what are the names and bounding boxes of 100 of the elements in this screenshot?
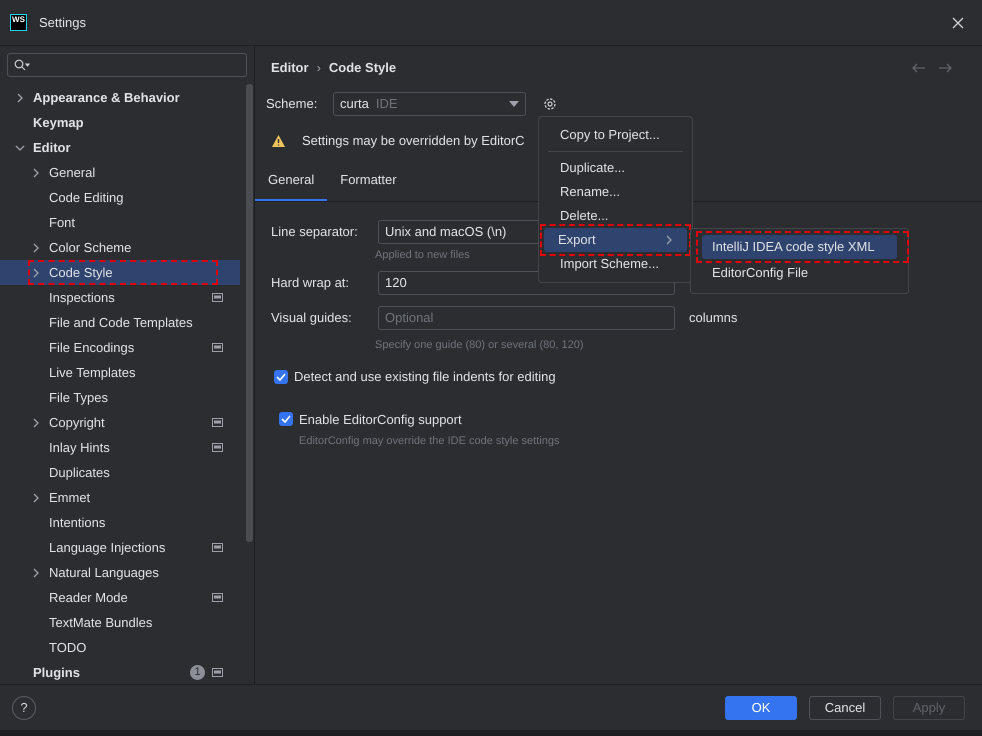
tree-item[interactable]: General [0,160,240,185]
tree-item-label: Inspections [49,288,115,307]
expand-icon[interactable] [32,268,40,278]
project-scope-icon [212,668,223,677]
tree-item[interactable]: Font [0,210,240,235]
checkbox[interactable] [279,412,293,426]
menu-item[interactable]: Duplicate... [546,156,685,180]
checkbox-label[interactable]: Enable EditorConfig support [299,410,462,429]
tree-item-label: TextMate Bundles [49,614,152,632]
tree-item-label: Code Editing [49,188,124,207]
tree-item-label: File Encodings [49,338,134,357]
hint-text: EditorConfig may override the IDE code style settings [299,434,560,449]
collapse-icon[interactable] [15,144,25,152]
field-label: Visual guides: [271,308,353,327]
project-scope-icon [212,418,223,427]
checkbox[interactable] [274,370,288,384]
tab[interactable]: General [255,160,328,201]
project-scope-icon [212,543,223,552]
tree-item-label: Reader Mode [49,588,128,607]
tree-item-label: Inlay Hints [49,438,110,457]
expand-icon[interactable] [32,168,40,178]
tree-item-label: Color Scheme [49,238,132,257]
tree-item-label: Editor [33,138,71,157]
count-badge: 1 [190,665,205,680]
field-label: Hard wrap at: [271,274,350,292]
tree-item-label: Live Templates [49,364,136,382]
dialog-button[interactable]: OK [725,696,797,720]
tree-item-label: Duplicates [49,464,110,482]
dropdown-arrow-icon [509,101,519,107]
tree-item[interactable]: Natural Languages [0,560,240,585]
expand-icon[interactable] [16,92,24,102]
breadcrumb-separator: › [316,59,321,78]
tree-item-label: General [49,164,96,182]
tree-item-label: TODO [49,638,86,657]
warning-message: Settings may be overridden by EditorC [302,132,525,150]
tree-item[interactable]: Inspections [0,285,240,310]
close-icon[interactable] [952,16,964,28]
field-label: Scheme: [266,95,318,114]
tree-item[interactable]: File and Code Templates [0,310,240,335]
tree-item-label: Intentions [49,514,106,532]
hint-text: Specify one guide (80) or several (80, 120) [375,338,584,352]
scrollbar[interactable] [246,84,253,542]
menu-item[interactable]: Export [544,228,687,252]
tree-item[interactable]: TextMate Bundles [0,610,240,635]
tree-item-label: Font [49,214,76,232]
tree-item[interactable]: Editor [0,135,240,160]
tree-item[interactable]: Inlay Hints [0,435,240,460]
tree-item[interactable]: File Types [0,385,240,410]
dialog-button[interactable]: Cancel [809,696,881,720]
project-scope-icon [212,293,223,302]
checkbox-label[interactable]: Detect and use existing file indents for editing [294,367,556,386]
tree-item-label: File Types [49,388,108,407]
tree-item[interactable]: Copyright [0,410,240,435]
tree-item[interactable]: Appearance & Behavior [0,85,240,110]
expand-icon[interactable] [32,568,40,578]
tree-item-label: File and Code Templates [49,314,193,332]
project-scope-icon [212,443,223,452]
tree-item-label: Emmet [49,488,90,507]
expand-icon[interactable] [32,418,40,428]
tree-item[interactable]: Code Editing [0,185,240,210]
tree-item-label: Plugins [33,664,80,682]
field-label: Line separator: [271,223,359,242]
tree-item[interactable]: Reader Mode [0,585,240,610]
tree-item-label: Copyright [49,414,105,432]
menu-item[interactable]: Rename... [546,180,685,204]
tree-item[interactable]: Color Scheme [0,235,240,260]
expand-icon[interactable] [32,492,40,502]
tree-item[interactable]: Live Templates [0,360,240,385]
menu-item[interactable]: Copy to Project... [546,123,685,147]
project-scope-icon [212,593,223,602]
help-button[interactable]: ? [12,696,36,720]
tree-item[interactable]: Code Style [0,260,240,285]
tree-item[interactable]: Plugins 1 [0,660,240,685]
tree-item[interactable]: Language Injections [0,535,240,560]
expand-icon[interactable] [32,242,40,252]
breadcrumb-item[interactable]: Editor [271,58,309,78]
hint-text: Applied to new files [375,248,470,263]
search-field[interactable] [7,53,247,77]
tree-item-label: Keymap [33,114,84,132]
menu-item[interactable]: IntelliJ IDEA code style XML [702,235,897,259]
menu-item[interactable]: EditorConfig File [702,261,897,285]
app-logo-icon: WS [10,14,27,31]
scheme-dropdown[interactable]: curta IDE [333,92,526,116]
warning-icon [272,135,285,147]
tree-item[interactable]: Intentions [0,510,240,535]
tree-item-label: Code Style [49,264,113,282]
gear-icon[interactable] [542,96,558,112]
visual-guides-field[interactable]: Optional [378,306,675,330]
tab[interactable]: Formatter [327,160,410,201]
tree-item-label: Natural Languages [49,564,159,582]
tree-item[interactable]: Keymap [0,110,240,135]
window-title: Settings [39,14,86,32]
tree-item[interactable]: Emmet [0,485,240,510]
tree-item-label: Appearance & Behavior [33,88,180,107]
tree-item[interactable]: Duplicates [0,460,240,485]
tree-item[interactable]: TODO [0,635,240,660]
tree-item[interactable]: File Encodings [0,335,240,360]
search-icon [14,59,30,71]
field-suffix: columns [689,308,738,327]
project-scope-icon [212,343,223,352]
